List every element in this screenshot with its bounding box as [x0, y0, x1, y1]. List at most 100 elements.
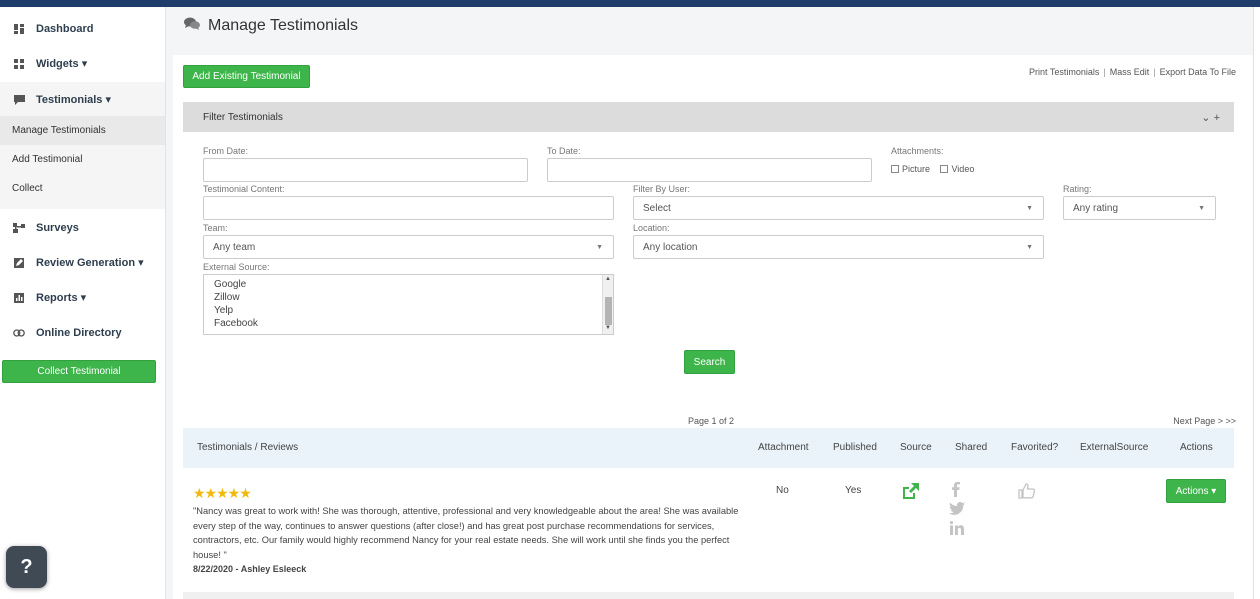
location-label: Location: — [633, 223, 670, 233]
to-date-input[interactable] — [547, 158, 872, 182]
sidebar-subitem-collect[interactable]: Collect — [0, 174, 165, 203]
export-data-link[interactable]: Export Data To File — [1160, 67, 1236, 77]
testimonial-text: "Nancy was great to work with! She was t… — [193, 506, 739, 560]
actions-dropdown-button[interactable]: Actions ▾ — [1166, 479, 1226, 503]
top-bar — [0, 0, 1260, 7]
column-header-source: Source — [900, 442, 932, 453]
location-select[interactable]: Any location ▼ — [633, 235, 1044, 259]
sidebar-subitem-add-testimonial[interactable]: Add Testimonial — [0, 145, 165, 174]
scroll-up-icon[interactable]: ▲ — [605, 276, 611, 282]
bar-chart-icon — [12, 292, 26, 303]
sidebar-item-label: Surveys — [36, 221, 79, 234]
chevron-down-icon: ▼ — [1198, 205, 1205, 212]
rating-select[interactable]: Any rating ▼ — [1063, 196, 1216, 220]
scroll-down-icon[interactable]: ▼ — [605, 325, 611, 331]
team-value: Any team — [213, 241, 256, 253]
chevron-down-icon: ▼ — [596, 244, 603, 251]
collect-testimonial-button[interactable]: Collect Testimonial — [2, 360, 156, 383]
from-date-label: From Date: — [203, 146, 249, 156]
filter-toggle-icon[interactable]: ⌄ + — [1201, 111, 1220, 124]
page-header: Manage Testimonials — [184, 17, 358, 35]
window-scrollbar[interactable] — [1253, 7, 1260, 599]
column-header-favorited: Favorited? — [1011, 442, 1059, 453]
testimonial-author: 8/22/2020 - Ashley Esleeck — [193, 564, 307, 574]
filter-by-user-select[interactable]: Select ▼ — [633, 196, 1044, 220]
external-source-listbox[interactable]: Google Zillow Yelp Facebook ▲ ▼ — [203, 274, 614, 335]
add-existing-testimonial-button[interactable]: Add Existing Testimonial — [183, 65, 310, 88]
sidebar-item-review-generation[interactable]: Review Generation ▾ — [0, 245, 165, 280]
dashboard-icon — [12, 23, 26, 34]
attachments-label: Attachments: — [891, 146, 944, 156]
widgets-icon — [12, 58, 26, 69]
twitter-icon[interactable] — [949, 502, 965, 520]
sidebar-item-testimonials[interactable]: Testimonials ▾ — [0, 82, 165, 117]
thumbs-up-icon[interactable] — [1018, 483, 1036, 504]
page-indicator: Page 1 of 2 — [688, 416, 735, 426]
sidebar-item-label: Widgets ▾ — [36, 58, 88, 70]
search-button[interactable]: Search — [684, 350, 735, 374]
sidebar-item-dashboard[interactable]: Dashboard — [0, 11, 165, 46]
published-value: Yes — [845, 485, 862, 496]
sidebar-item-widgets[interactable]: Widgets ▾ — [0, 46, 165, 81]
listbox-scrollbar[interactable]: ▲ ▼ — [602, 275, 613, 334]
picture-label: Picture — [902, 164, 931, 174]
external-option-google[interactable]: Google — [214, 279, 246, 290]
help-button[interactable]: ? — [6, 546, 47, 588]
sitemap-icon — [12, 222, 26, 233]
sidebar-item-surveys[interactable]: Surveys — [0, 210, 165, 245]
sidebar-item-label: Testimonials ▾ — [36, 94, 112, 106]
to-date-label: To Date: — [547, 146, 581, 156]
from-date-input[interactable] — [203, 158, 528, 182]
testimonials-panel: Add Existing Testimonial Print Testimoni… — [173, 55, 1254, 599]
video-checkbox[interactable]: Video — [940, 164, 974, 174]
picture-checkbox[interactable]: Picture — [891, 164, 930, 174]
sidebar-item-label: Dashboard — [36, 22, 94, 35]
attachments-options: Picture Video — [891, 160, 980, 178]
external-link-icon[interactable] — [901, 483, 919, 504]
testimonial-content-label: Testimonial Content: — [203, 184, 285, 194]
edit-icon — [12, 257, 26, 268]
external-source-label: External Source: — [203, 262, 270, 272]
column-header-attachment: Attachment — [758, 442, 809, 453]
location-value: Any location — [643, 241, 698, 253]
testimonial-content-input[interactable] — [203, 196, 614, 220]
rating-stars: ★★★★★ — [193, 485, 252, 501]
filter-title: Filter Testimonials — [203, 111, 283, 123]
sidebar-item-label: Online Directory — [36, 326, 122, 339]
next-page-link[interactable]: Next Page > >> — [1173, 416, 1236, 426]
sidebar-subitem-manage-testimonials[interactable]: Manage Testimonials — [0, 116, 165, 145]
filter-header[interactable]: Filter Testimonials ⌄ + — [183, 102, 1234, 132]
facebook-icon[interactable] — [951, 481, 961, 502]
column-header-actions: Actions — [1180, 442, 1213, 453]
sidebar-item-online-directory[interactable]: Online Directory — [0, 315, 165, 350]
external-option-zillow[interactable]: Zillow — [214, 292, 240, 303]
link-separator: | — [1153, 67, 1156, 77]
attachment-value: No — [776, 485, 789, 496]
column-header-testimonials: Testimonials / Reviews — [197, 442, 299, 453]
mass-edit-link[interactable]: Mass Edit — [1110, 67, 1150, 77]
filter-by-user-value: Select — [643, 202, 671, 214]
toolbar-links: Print Testimonials | Mass Edit | Export Data… — [1029, 67, 1236, 77]
scrollbar-thumb[interactable] — [605, 297, 612, 325]
video-label: Video — [951, 164, 975, 174]
external-option-yelp[interactable]: Yelp — [214, 305, 233, 316]
table-header: Testimonials / Reviews Attachment Publis… — [183, 428, 1234, 468]
main-content: Manage Testimonials Add Existing Testimo… — [166, 7, 1260, 599]
team-label: Team: — [203, 223, 228, 233]
chat-icon — [12, 94, 26, 105]
sidebar: Dashboard Widgets ▾ Testimonials ▾ Manag… — [0, 7, 166, 599]
external-option-facebook[interactable]: Facebook — [214, 318, 258, 329]
rating-value: Any rating — [1073, 202, 1119, 214]
comments-icon — [184, 17, 200, 35]
column-header-external-source: ExternalSource — [1080, 442, 1149, 453]
sidebar-item-reports[interactable]: Reports ▾ — [0, 280, 165, 315]
link-separator: | — [1103, 67, 1106, 77]
column-header-shared: Shared — [955, 442, 988, 453]
next-row-edge — [183, 592, 1234, 599]
chevron-down-icon: ▼ — [1026, 205, 1033, 212]
linkedin-icon[interactable] — [949, 521, 964, 540]
print-testimonials-link[interactable]: Print Testimonials — [1029, 67, 1099, 77]
filter-by-user-label: Filter By User: — [633, 184, 691, 194]
team-select[interactable]: Any team ▼ — [203, 235, 614, 259]
sidebar-item-label: Review Generation ▾ — [36, 257, 144, 269]
